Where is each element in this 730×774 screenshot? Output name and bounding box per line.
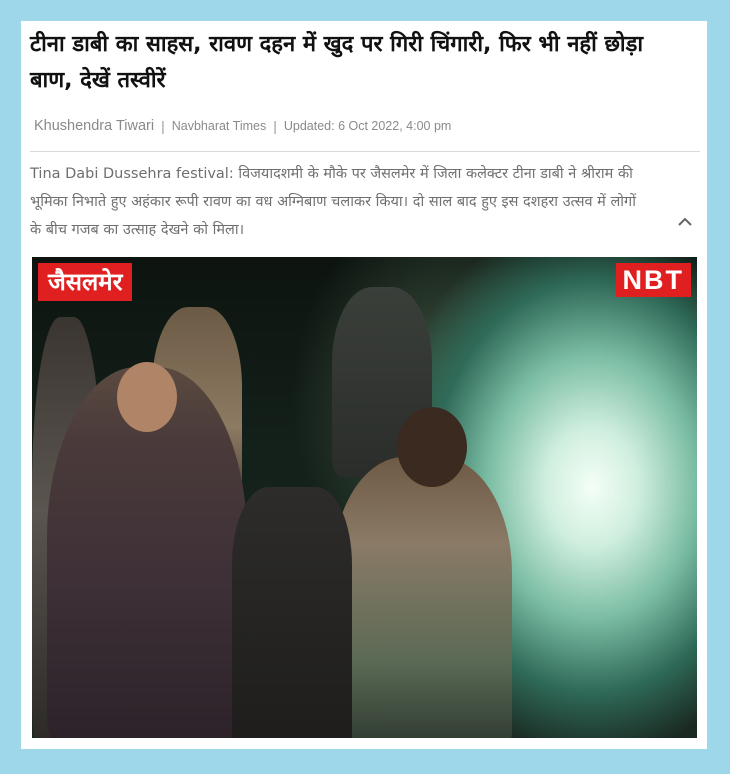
nbt-logo: NBT [615, 263, 691, 297]
article-meta: Khushendra Tiwari | Navbharat Times | Up… [34, 118, 451, 134]
article-headline[interactable]: टीना डाबी का साहस, रावण दहन में खुद पर ग… [30, 27, 670, 99]
article-photo[interactable]: जैसलमेर NBT [32, 257, 697, 738]
article-card: टीना डाबी का साहस, रावण दहन में खुद पर ग… [21, 21, 707, 749]
photo-figure [397, 407, 467, 487]
source-name: Navbharat Times [171, 119, 267, 133]
meta-separator: | [161, 118, 165, 134]
collapse-button[interactable] [675, 211, 695, 231]
photo-figure [232, 487, 352, 738]
divider [30, 151, 700, 152]
photo-figure [332, 457, 512, 738]
meta-separator: | [273, 118, 277, 134]
chevron-up-icon [678, 217, 692, 226]
photo-figure [117, 362, 177, 432]
author-name[interactable]: Khushendra Tiwari [34, 118, 154, 134]
updated-timestamp: Updated: 6 Oct 2022, 4:00 pm [283, 119, 452, 133]
location-badge: जैसलमेर [38, 263, 133, 301]
article-summary: Tina Dabi Dussehra festival: विजयादशमी क… [30, 166, 636, 238]
